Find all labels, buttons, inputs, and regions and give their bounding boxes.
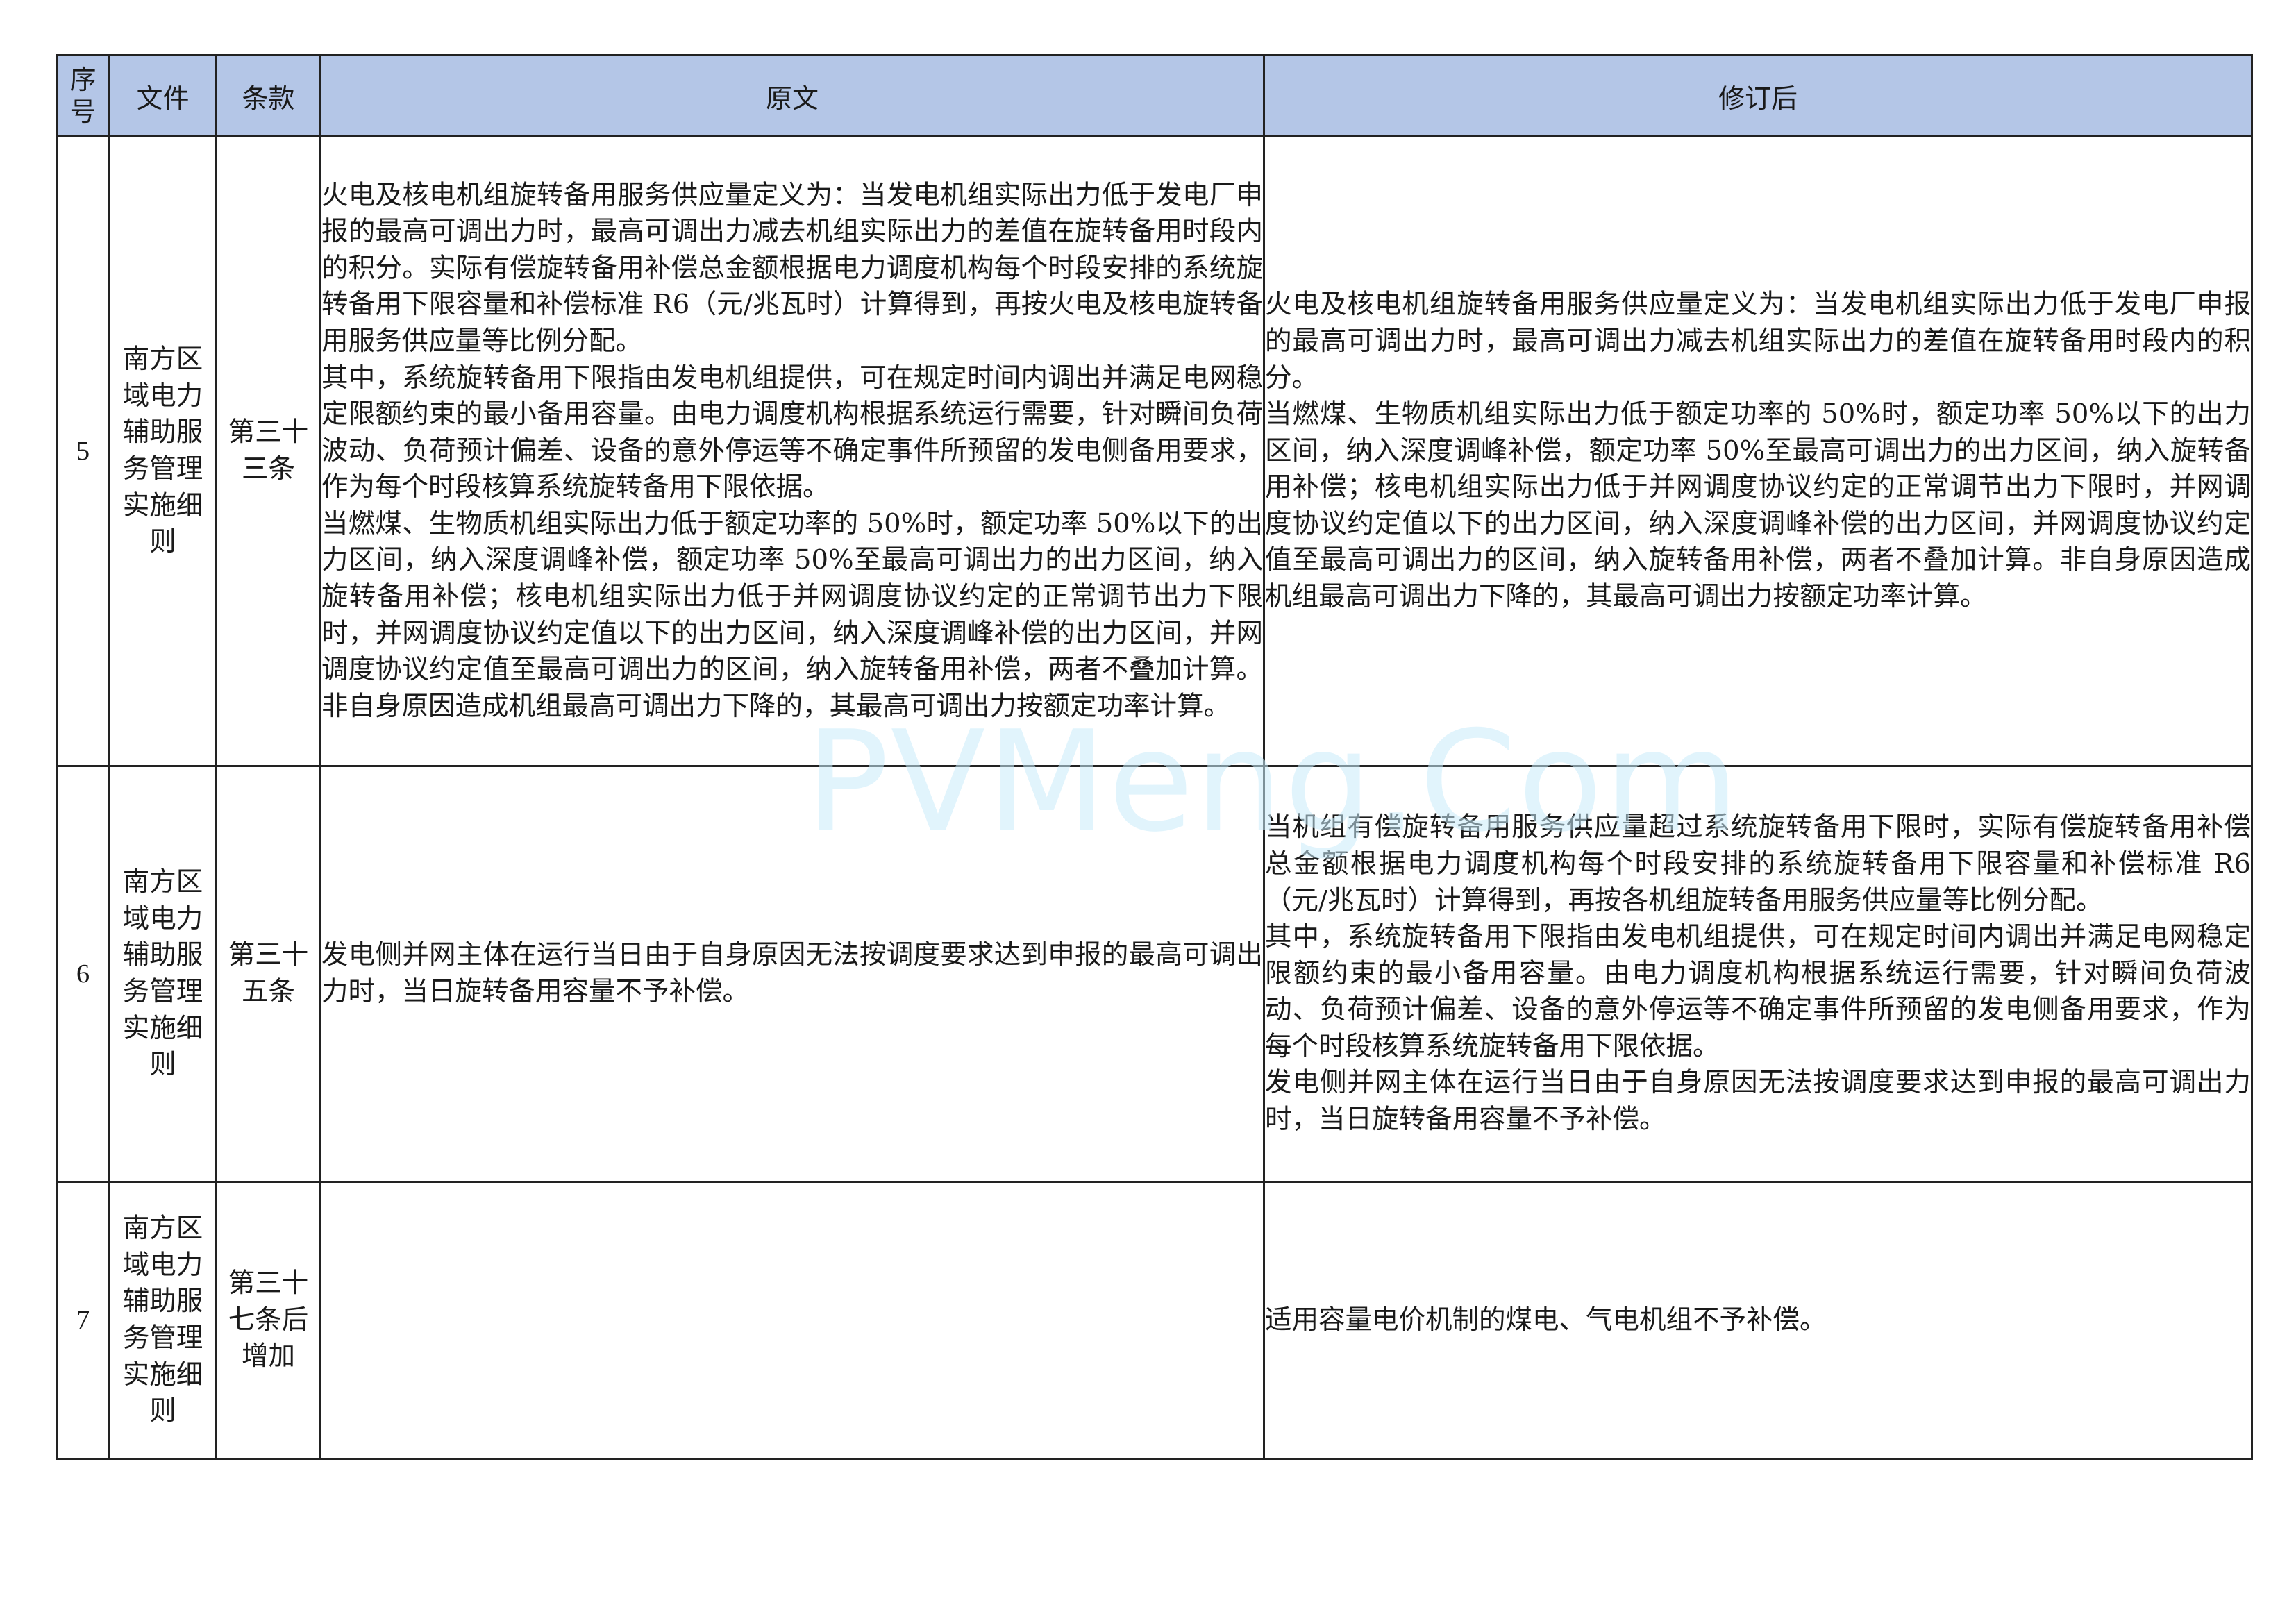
text-paragraph: 当机组有偿旋转备用服务供应量超过系统旋转备用下限时，实际有偿旋转备用补偿总金额根… [1265, 812, 2251, 916]
text-paragraph: 其中，系统旋转备用下限指由发电机组提供，可在规定时间内调出并满足电网稳定限额约束… [321, 362, 1263, 503]
table-row: 7 南方区域电力辅助服务管理实施细则 第三十七条后增加 适用容量电价机制的煤电、… [56, 1181, 2253, 1460]
text-paragraph: 当燃煤、生物质机组实际出力低于额定功率的 50%时，额定功率 50%以下的出力区… [1265, 398, 2251, 613]
row-file: 南方区域电力辅助服务管理实施细则 [108, 1181, 217, 1460]
header-row: 序号 文件 条款 原文 修订后 [56, 54, 2253, 137]
header-revised: 修订后 [1263, 54, 2253, 137]
row-original-text [319, 1181, 1265, 1460]
text-paragraph: 发电侧并网主体在运行当日由于自身原因无法按调度要求达到申报的最高可调出力时，当日… [321, 939, 1263, 1007]
text-paragraph: 当燃煤、生物质机组实际出力低于额定功率的 50%时，额定功率 50%以下的出力区… [321, 507, 1263, 722]
row-file: 南方区域电力辅助服务管理实施细则 [108, 135, 217, 767]
row-revised-text: 火电及核电机组旋转备用服务供应量定义为：当发电机组实际出力低于发电厂申报的最高可… [1263, 135, 2253, 767]
text-paragraph: 发电侧并网主体在运行当日由于自身原因无法按调度要求达到申报的最高可调出力时，当日… [1265, 1067, 2251, 1136]
header-file: 文件 [108, 54, 217, 137]
row-clause: 第三十七条后增加 [215, 1181, 321, 1460]
row-original-text: 火电及核电机组旋转备用服务供应量定义为：当发电机组实际出力低于发电厂申报的最高可… [319, 135, 1265, 767]
text-paragraph: 火电及核电机组旋转备用服务供应量定义为：当发电机组实际出力低于发电厂申报的最高可… [321, 179, 1263, 357]
table-row: 5 南方区域电力辅助服务管理实施细则 第三十三条 火电及核电机组旋转备用服务供应… [56, 135, 2253, 767]
table-row: 6 南方区域电力辅助服务管理实施细则 第三十五条 发电侧并网主体在运行当日由于自… [56, 765, 2253, 1183]
row-file: 南方区域电力辅助服务管理实施细则 [108, 765, 217, 1183]
row-seq: 7 [56, 1181, 110, 1460]
text-paragraph: 火电及核电机组旋转备用服务供应量定义为：当发电机组实际出力低于发电厂申报的最高可… [1265, 289, 2251, 394]
header-original: 原文 [319, 54, 1265, 137]
header-seq: 序号 [56, 54, 110, 137]
row-seq: 5 [56, 135, 110, 767]
row-revised-text: 当机组有偿旋转备用服务供应量超过系统旋转备用下限时，实际有偿旋转备用补偿总金额根… [1263, 765, 2253, 1183]
row-revised-text: 适用容量电价机制的煤电、气电机组不予补偿。 [1263, 1181, 2253, 1460]
row-clause: 第三十三条 [215, 135, 321, 767]
row-seq: 6 [56, 765, 110, 1183]
header-clause: 条款 [215, 54, 321, 137]
row-original-text: 发电侧并网主体在运行当日由于自身原因无法按调度要求达到申报的最高可调出力时，当日… [319, 765, 1265, 1183]
row-clause: 第三十五条 [215, 765, 321, 1183]
revision-table: 序号 文件 条款 原文 修订后 5 南方区域电力辅助服务管理实施细则 第三十三条… [56, 54, 2253, 1460]
text-paragraph: 其中，系统旋转备用下限指由发电机组提供，可在规定时间内调出并满足电网稳定限额约束… [1265, 921, 2251, 1062]
text-paragraph: 适用容量电价机制的煤电、气电机组不予补偿。 [1265, 1304, 1827, 1336]
